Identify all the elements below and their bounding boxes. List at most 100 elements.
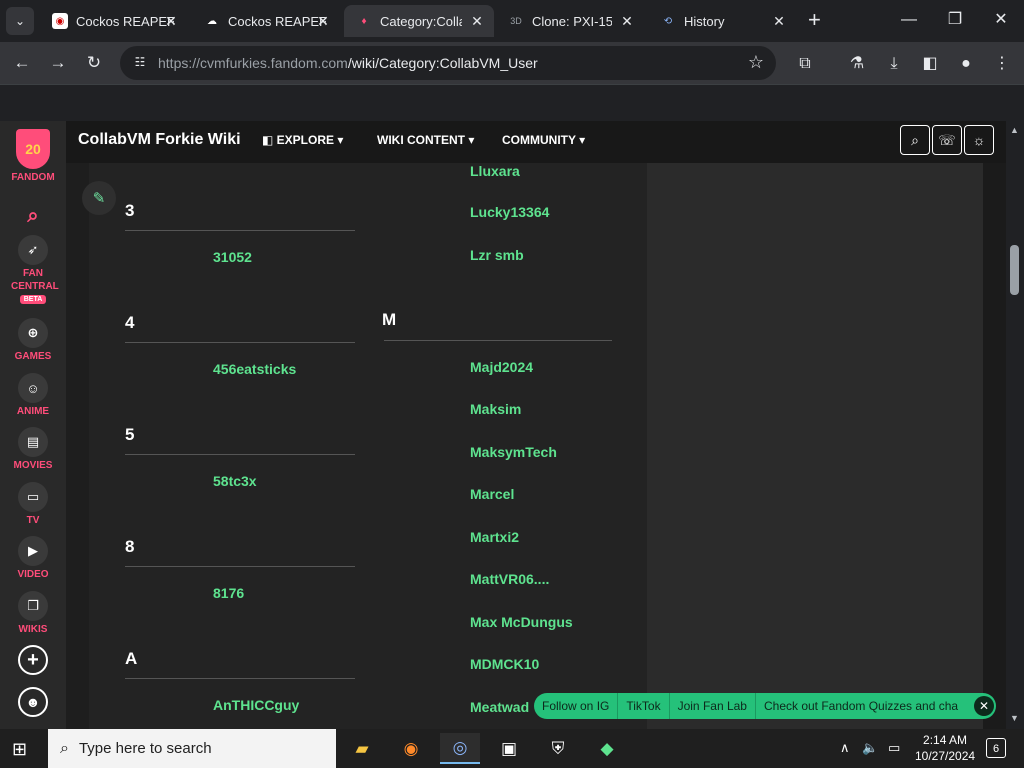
- scroll-down-arrow[interactable]: ▼: [1010, 713, 1019, 723]
- social-promo-bar: Follow on IG TikTok Join Fan Lab Check o…: [534, 693, 996, 719]
- volume-icon[interactable]: 🔈: [862, 740, 878, 756]
- close-icon[interactable]: ✕: [314, 12, 332, 30]
- rail-item-tv[interactable]: ▭ TV: [0, 482, 66, 527]
- discussions-icon[interactable]: ☏: [932, 125, 962, 155]
- rail-search[interactable]: ⌕: [0, 201, 66, 233]
- browser-tab-4[interactable]: 3D Clone: PXI-150 ✕: [496, 5, 644, 37]
- reload-button[interactable]: ↻: [82, 51, 106, 75]
- follow-ig-link[interactable]: Follow on IG: [534, 693, 619, 719]
- firefox-icon[interactable]: ◉: [391, 733, 431, 764]
- labs-flask-icon[interactable]: ⚗: [846, 53, 868, 75]
- member-link[interactable]: Meatwad: [470, 699, 529, 715]
- scroll-up-arrow[interactable]: ▲: [1010, 125, 1019, 135]
- extensions-icon[interactable]: ⧉: [794, 53, 816, 75]
- back-button[interactable]: ←: [10, 51, 34, 75]
- taskbar-search-box[interactable]: ⌕ Type here to search: [48, 729, 336, 768]
- close-window-button[interactable]: ✕: [978, 6, 1024, 34]
- divider: [125, 454, 355, 455]
- close-icon[interactable]: ✕: [770, 12, 788, 30]
- member-link[interactable]: Lucky13364: [470, 204, 549, 220]
- page-icon: 3D: [510, 16, 522, 26]
- download-icon[interactable]: ⤓: [883, 53, 905, 75]
- member-link[interactable]: Lzr smb: [470, 247, 524, 263]
- browser-tab-2[interactable]: ☁ Cockos REAPER ✕: [192, 5, 340, 37]
- tab-title: Category:CollabVM_User: [380, 13, 462, 29]
- rail-item-fan-central[interactable]: ➶ FAN CENTRAL BETA: [0, 235, 66, 304]
- close-icon[interactable]: ✕: [162, 12, 180, 30]
- 7zip-icon[interactable]: ▣: [489, 733, 529, 764]
- member-link[interactable]: Maksim: [470, 401, 521, 417]
- nav-explore[interactable]: ◧ EXPLORE ▾: [262, 133, 343, 147]
- notification-center-icon[interactable]: 6: [986, 738, 1006, 758]
- movies-icon: ▤: [18, 427, 48, 457]
- url-text[interactable]: https://cvmfurkies.fandom.com/wiki/Categ…: [158, 55, 538, 71]
- network-icon[interactable]: ▭: [888, 740, 900, 756]
- member-link[interactable]: Lluxara: [470, 163, 520, 179]
- tab-search-button[interactable]: ⌄: [6, 7, 34, 35]
- rail-create-button[interactable]: +: [0, 645, 66, 677]
- rail-item-video[interactable]: ▶ VIDEO: [0, 536, 66, 581]
- scrollbar-thumb[interactable]: [1010, 245, 1019, 295]
- rail-item-wikis[interactable]: ❐ WIKIS: [0, 591, 66, 636]
- member-link[interactable]: Marcel: [470, 486, 514, 502]
- forward-button[interactable]: →: [46, 51, 70, 75]
- nav-community[interactable]: COMMUNITY ▾: [502, 133, 585, 147]
- chrome-icon[interactable]: ◎: [440, 733, 480, 764]
- side-panel-icon[interactable]: ◧: [919, 53, 941, 75]
- address-bar[interactable]: ☷ https://cvmfurkies.fandom.com/wiki/Cat…: [120, 46, 776, 80]
- system-clock[interactable]: 2:14 AM 10/27/2024: [915, 732, 975, 764]
- app-icon[interactable]: ◆: [587, 733, 627, 764]
- wikis-icon: ❐: [18, 591, 48, 621]
- member-link[interactable]: Max McDungus: [470, 614, 573, 630]
- profile-avatar-icon[interactable]: ●: [955, 53, 977, 75]
- search-icon[interactable]: ⌕: [900, 125, 930, 155]
- rail-item-games[interactable]: ⊕ GAMES: [0, 318, 66, 363]
- browser-tab-1[interactable]: ◉ Cockos REAPER ✕: [40, 5, 188, 37]
- page-scrollbar[interactable]: ▲ ▼: [1006, 121, 1024, 729]
- rail-item-movies[interactable]: ▤ MOVIES: [0, 427, 66, 472]
- tray-chevron-icon[interactable]: ∧: [840, 740, 850, 756]
- wiki-header: CollabVM Forkie Wiki ◧ EXPLORE ▾ WIKI CO…: [66, 121, 1006, 163]
- rail-account-button[interactable]: ☻: [0, 687, 66, 719]
- rail-item-anime[interactable]: ☺ ANIME: [0, 373, 66, 418]
- close-icon[interactable]: ✕: [618, 12, 636, 30]
- bookmark-star-icon[interactable]: ☆: [748, 52, 764, 73]
- reaper-icon: ☁: [207, 15, 217, 27]
- member-link[interactable]: Martxi2: [470, 529, 519, 545]
- quizzes-link[interactable]: Check out Fandom Quizzes and cha: [756, 693, 966, 719]
- windows-start-icon[interactable]: ⊞: [12, 739, 32, 759]
- gamepad-icon: ⊕: [18, 318, 48, 348]
- nav-wiki-content[interactable]: WIKI CONTENT ▾: [377, 133, 474, 147]
- member-link[interactable]: MaksymTech: [470, 444, 557, 460]
- fandom-logo[interactable]: 20 FANDOM: [0, 129, 66, 184]
- search-icon: ⌕: [27, 204, 39, 227]
- divider: [125, 342, 355, 343]
- fan-lab-link[interactable]: Join Fan Lab: [670, 693, 756, 719]
- browser-tab-3[interactable]: ♦ Category:CollabVM_User ✕: [344, 5, 494, 37]
- category-member-list: [89, 163, 647, 729]
- wiki-name[interactable]: CollabVM Forkie Wiki: [78, 131, 241, 149]
- site-info-icon[interactable]: ☷: [132, 55, 148, 71]
- security-shield-icon[interactable]: ⛨: [538, 733, 578, 764]
- minimize-button[interactable]: —: [886, 6, 932, 34]
- member-link[interactable]: 8176: [213, 585, 244, 601]
- tiktok-link[interactable]: TikTok: [618, 693, 670, 719]
- member-link[interactable]: 456eatsticks: [213, 361, 296, 377]
- edit-pencil-button[interactable]: ✎: [82, 181, 116, 215]
- restore-button[interactable]: ❐: [932, 6, 978, 34]
- member-link[interactable]: 58tc3x: [213, 473, 257, 489]
- chrome-menu-icon[interactable]: ⋮: [991, 53, 1013, 75]
- beta-badge: BETA: [19, 295, 47, 304]
- file-explorer-icon[interactable]: ▰: [342, 733, 382, 764]
- theme-toggle-icon[interactable]: ☼: [964, 125, 994, 155]
- close-icon[interactable]: ✕: [974, 696, 994, 716]
- member-link[interactable]: Majd2024: [470, 359, 533, 375]
- member-link[interactable]: AnTHICCguy: [213, 697, 299, 713]
- plus-icon: +: [18, 645, 48, 675]
- member-link[interactable]: MDMCK10: [470, 656, 539, 672]
- member-link[interactable]: 31052: [213, 249, 252, 265]
- new-tab-button[interactable]: +: [808, 9, 821, 31]
- close-icon[interactable]: ✕: [468, 12, 486, 30]
- browser-tab-5[interactable]: ⟲ History ✕: [648, 5, 796, 37]
- member-link[interactable]: MattVR06....: [470, 571, 549, 587]
